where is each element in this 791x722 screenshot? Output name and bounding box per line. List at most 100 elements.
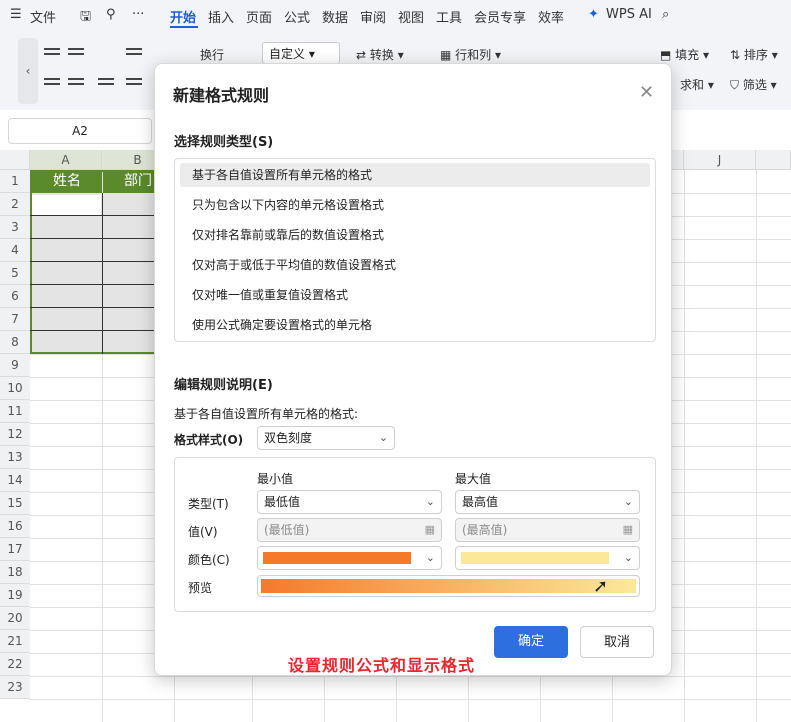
pen-icon[interactable]: ⚲ [106,7,116,22]
menu-file[interactable]: 文件 [30,7,56,26]
row-header[interactable]: 19 [0,584,30,607]
column-header-j[interactable]: J [684,150,756,170]
row-header[interactable]: 8 [0,331,30,354]
row-header[interactable]: 17 [0,538,30,561]
grid-line [30,330,174,331]
tab-formula[interactable]: 公式 [284,7,310,26]
row-header[interactable]: 20 [0,607,30,630]
chevron-down-icon: ⌄ [623,495,633,508]
grid-line [30,699,791,700]
tab-view[interactable]: 视图 [398,7,424,26]
fill-button[interactable]: ⬒ 填充 ▾ [660,46,709,63]
rule-item[interactable]: 只为包含以下内容的单元格设置格式 [180,193,650,217]
max-value-input[interactable]: (最高值) ▦ [455,518,640,542]
convert-button[interactable]: ⇄ 转换 ▾ [356,46,404,63]
rows-cols-button[interactable]: ▦ 行和列 ▾ [440,46,501,63]
min-value-text: (最低值) [264,523,310,537]
tab-review[interactable]: 审阅 [360,7,386,26]
grid-line [30,261,174,262]
align-middle-icon[interactable] [68,48,84,60]
row-header[interactable]: 21 [0,630,30,653]
row-header[interactable]: 13 [0,446,30,469]
sort-button[interactable]: ⇅ 排序 ▾ [730,46,778,63]
min-value-input[interactable]: (最低值) ▦ [257,518,442,542]
row-header[interactable]: 14 [0,469,30,492]
rule-item[interactable]: 基于各自值设置所有单元格的格式 [180,163,650,187]
max-color-picker[interactable]: ⌄ [455,546,640,570]
tab-start[interactable]: 开始 [170,7,196,26]
search-icon[interactable]: ⌕ [662,7,669,22]
row-header[interactable]: 4 [0,239,30,262]
filter-button[interactable]: ⛉ 筛选 ▾ [730,76,777,93]
gradient-preview [261,579,636,593]
rule-item[interactable]: 使用公式确定要设置格式的单元格 [180,313,650,337]
row-header[interactable]: 23 [0,676,30,699]
row-header[interactable]: 12 [0,423,30,446]
row-header[interactable]: 15 [0,492,30,515]
row-header[interactable]: 11 [0,400,30,423]
range-picker-icon[interactable]: ▦ [425,519,435,541]
format-style-select[interactable]: 双色刻度 ⌄ [257,426,395,450]
sort-label: 排序 [743,48,768,62]
align-right-icon[interactable] [98,78,114,90]
tab-member[interactable]: 会员专享 [474,7,526,26]
min-type-value: 最低值 [264,495,301,509]
tab-efficiency[interactable]: 效率 [538,7,564,26]
row-header[interactable]: 22 [0,653,30,676]
ribbon-scroll-left-icon[interactable]: ‹ [18,38,38,104]
tab-tools[interactable]: 工具 [436,7,462,26]
row-header[interactable]: 18 [0,561,30,584]
grid-line [30,676,791,677]
close-icon[interactable]: ✕ [639,82,654,103]
wps-ai-button[interactable]: WPS AI [606,7,652,22]
tab-insert[interactable]: 插入 [208,7,234,26]
cell-a1[interactable]: 姓名 [32,170,102,193]
tab-data[interactable]: 数据 [322,7,348,26]
range-picker-icon[interactable]: ▦ [623,519,633,541]
name-box[interactable]: A2 [8,118,152,144]
max-type-select[interactable]: 最高值 ⌄ [455,490,640,514]
row-header[interactable]: 16 [0,515,30,538]
row-header[interactable]: 2 [0,193,30,216]
justify-icon[interactable] [126,78,142,90]
select-all-corner[interactable] [0,150,30,170]
row-header[interactable]: 6 [0,285,30,308]
more-icon[interactable]: ··· [132,7,144,22]
wps-ai-icon: ✦ [588,7,599,22]
rule-item[interactable]: 仅对唯一值或重复值设置格式 [180,283,650,307]
rule-type-heading: 选择规则类型(S) [174,135,274,150]
rule-item[interactable]: 仅对排名靠前或靠后的数值设置格式 [180,223,650,247]
align-center-icon[interactable] [68,78,84,90]
cancel-button[interactable]: 取消 [580,626,654,658]
column-header-k[interactable] [756,150,791,170]
sum-button[interactable]: 求和 ▾ [680,76,714,93]
save-icon[interactable]: 🖫 [80,7,91,29]
min-type-select[interactable]: 最低值 ⌄ [257,490,442,514]
max-value-text: (最高值) [462,523,508,537]
align-top-icon[interactable] [44,48,60,60]
row-header[interactable]: 7 [0,308,30,331]
tab-page[interactable]: 页面 [246,7,272,26]
filter-label: 筛选 [742,78,767,92]
min-color-picker[interactable]: ⌄ [257,546,442,570]
wrap-button[interactable]: 换行 [200,46,224,63]
min-header: 最小值 [257,472,294,486]
ok-button[interactable]: 确定 [494,626,568,658]
row-header[interactable]: 10 [0,377,30,400]
row-header[interactable]: 5 [0,262,30,285]
rows-cols-label: 行和列 [455,48,492,62]
number-format-select[interactable]: 自定义 ▾ [262,42,340,64]
format-style-value: 双色刻度 [264,431,313,445]
row-header[interactable]: 1 [0,170,30,193]
indent-icon[interactable] [126,48,142,60]
align-left-icon[interactable] [44,78,60,90]
rule-description: 基于各自值设置所有单元格的格式: [174,407,359,421]
rule-item[interactable]: 仅对高于或低于平均值的数值设置格式 [180,253,650,277]
row-header[interactable]: 9 [0,354,30,377]
chevron-down-icon: ⌄ [425,551,435,564]
grid-line [30,284,174,285]
column-header-a[interactable]: A [30,150,102,170]
menu-icon[interactable]: ☰ [10,7,22,22]
dialog-title: 新建格式规则 [173,86,270,105]
row-header[interactable]: 3 [0,216,30,239]
